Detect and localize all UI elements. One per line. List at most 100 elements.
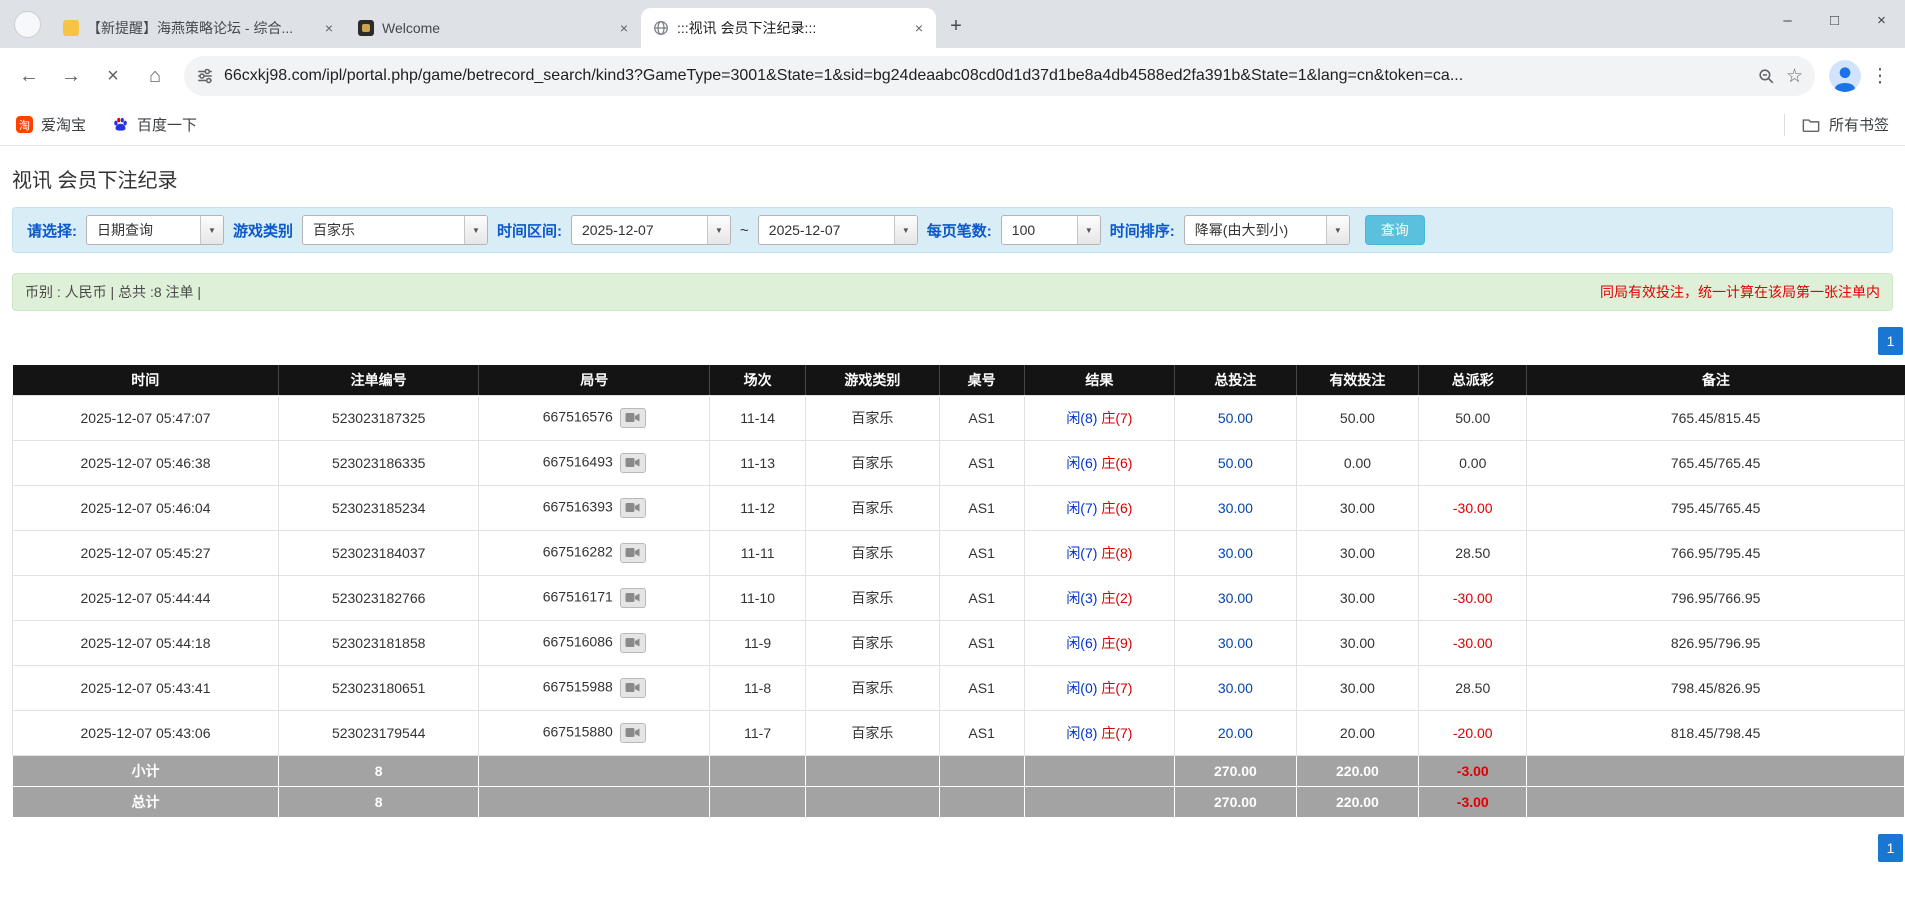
chevron-down-icon[interactable]: ▼ (464, 216, 487, 244)
table-row: 2025-12-07 05:47:07 523023187325 6675165… (13, 395, 1905, 440)
video-replay-button[interactable] (620, 723, 646, 743)
game-type-value: 百家乐 (303, 216, 464, 244)
time-cell: 2025-12-07 05:44:44 (13, 575, 279, 620)
round-id-text: 667515988 (543, 678, 613, 694)
video-replay-button[interactable] (620, 543, 646, 563)
total-bet-cell: 50.00 (1175, 395, 1296, 440)
total-bet-link[interactable]: 30.00 (1218, 635, 1253, 651)
video-replay-button[interactable] (620, 498, 646, 518)
new-tab-button[interactable]: + (942, 12, 970, 40)
date-from-input[interactable]: 2025-12-07 ▼ (571, 215, 731, 245)
player-result: 闲(7) (1066, 545, 1097, 561)
game-type-cell: 百家乐 (806, 620, 940, 665)
minimize-button[interactable]: – (1764, 0, 1811, 40)
player-result: 闲(7) (1066, 500, 1097, 516)
note-cell: 818.45/798.45 (1527, 710, 1905, 755)
pagination-bottom: 1 (0, 834, 1903, 862)
page-size-select[interactable]: 100 ▼ (1001, 215, 1101, 245)
result-cell: 闲(0) 庄(7) (1024, 665, 1175, 710)
subtotal-payout: -3.00 (1419, 755, 1527, 786)
note-cell: 765.45/815.45 (1527, 395, 1905, 440)
date-to-input[interactable]: 2025-12-07 ▼ (758, 215, 918, 245)
session-cell: 11-13 (710, 440, 806, 485)
bookmark-baidu[interactable]: 百度一下 (112, 114, 197, 135)
date-from-value: 2025-12-07 (572, 216, 707, 244)
result-cell: 闲(7) 庄(6) (1024, 485, 1175, 530)
video-replay-button[interactable] (620, 453, 646, 473)
time-cell: 2025-12-07 05:44:18 (13, 620, 279, 665)
player-result: 闲(8) (1066, 410, 1097, 426)
profile-avatar[interactable] (1829, 60, 1861, 92)
total-bet-link[interactable]: 20.00 (1218, 725, 1253, 741)
address-bar[interactable]: 66cxkj98.com/ipl/portal.php/game/betreco… (184, 56, 1815, 96)
stop-button[interactable]: × (94, 57, 132, 95)
query-type-select[interactable]: 日期查询 ▼ (86, 215, 224, 245)
tab-close-icon[interactable]: × (320, 19, 338, 37)
bookmark-star-icon[interactable]: ☆ (1786, 65, 1803, 88)
site-settings-icon[interactable] (196, 67, 214, 85)
video-replay-button[interactable] (620, 408, 646, 428)
close-window-button[interactable]: × (1858, 0, 1905, 40)
browser-tab-welcome[interactable]: Welcome × (346, 8, 641, 48)
chevron-down-icon[interactable]: ▼ (200, 216, 223, 244)
page-number-button[interactable]: 1 (1878, 327, 1903, 355)
video-replay-button[interactable] (620, 678, 646, 698)
bookmarks-bar: 淘 爱淘宝 百度一下 所有书签 (0, 104, 1905, 146)
time-cell: 2025-12-07 05:46:04 (13, 485, 279, 530)
bookmark-taobao[interactable]: 淘 爱淘宝 (16, 114, 86, 135)
game-type-select[interactable]: 百家乐 ▼ (302, 215, 488, 245)
table-no-cell: AS1 (939, 440, 1024, 485)
chevron-down-icon[interactable]: ▼ (894, 216, 917, 244)
table-no-cell: AS1 (939, 530, 1024, 575)
url-text[interactable]: 66cxkj98.com/ipl/portal.php/game/betreco… (224, 67, 1747, 85)
game-type-cell: 百家乐 (806, 530, 940, 575)
bet-id-cell: 523023187325 (279, 395, 479, 440)
column-header-game-type: 游戏类别 (806, 365, 940, 395)
forum-favicon-icon (63, 20, 79, 36)
bookmark-label: 百度一下 (137, 114, 197, 135)
chevron-down-icon[interactable]: ▼ (707, 216, 730, 244)
tab-strip-profile-icon[interactable] (14, 11, 41, 38)
round-cell: 667516393 (479, 485, 710, 530)
total-bet-link[interactable]: 30.00 (1218, 545, 1253, 561)
banker-result: 庄(6) (1101, 455, 1132, 471)
browser-toolbar: ← → × ⌂ 66cxkj98.com/ipl/portal.php/game… (0, 48, 1905, 104)
empty-cell (1024, 786, 1175, 817)
menu-icon[interactable]: ⋮ (1865, 57, 1895, 95)
bet-id-cell: 523023184037 (279, 530, 479, 575)
zoom-icon[interactable] (1757, 67, 1776, 86)
back-button[interactable]: ← (10, 57, 48, 95)
round-cell: 667515880 (479, 710, 710, 755)
total-bet-link[interactable]: 50.00 (1218, 410, 1253, 426)
chevron-down-icon[interactable]: ▼ (1077, 216, 1100, 244)
browser-tab-forum[interactable]: 【新提醒】海燕策略论坛 - 综合... × (51, 8, 346, 48)
total-bet-link[interactable]: 30.00 (1218, 680, 1253, 696)
sort-order-select[interactable]: 降幂(由大到小) ▼ (1184, 215, 1350, 245)
game-type-cell: 百家乐 (806, 665, 940, 710)
subtotal-count: 8 (279, 755, 479, 786)
total-bet-link[interactable]: 30.00 (1218, 500, 1253, 516)
payout-cell: -30.00 (1419, 485, 1527, 530)
round-id-text: 667515880 (543, 723, 613, 739)
forward-button[interactable]: → (52, 57, 90, 95)
video-replay-button[interactable] (620, 588, 646, 608)
maximize-button[interactable]: □ (1811, 0, 1858, 40)
total-bet-link[interactable]: 50.00 (1218, 455, 1253, 471)
table-no-cell: AS1 (939, 665, 1024, 710)
total-bet-link[interactable]: 30.00 (1218, 590, 1253, 606)
valid-bet-cell: 20.00 (1296, 710, 1419, 755)
all-bookmarks[interactable]: 所有书签 (1784, 114, 1889, 136)
video-replay-button[interactable] (620, 633, 646, 653)
empty-cell (1527, 786, 1905, 817)
browser-tab-bet-records[interactable]: :::视讯 会员下注纪录::: × (641, 8, 936, 48)
search-button[interactable]: 查询 (1365, 215, 1425, 245)
welcome-favicon-icon (358, 20, 374, 36)
column-header-bet-id: 注单编号 (279, 365, 479, 395)
banker-result: 庄(8) (1101, 545, 1132, 561)
chevron-down-icon[interactable]: ▼ (1326, 216, 1349, 244)
table-no-cell: AS1 (939, 710, 1024, 755)
home-button[interactable]: ⌂ (136, 57, 174, 95)
tab-close-icon[interactable]: × (615, 19, 633, 37)
tab-close-icon[interactable]: × (910, 19, 928, 37)
page-number-button[interactable]: 1 (1878, 834, 1903, 862)
